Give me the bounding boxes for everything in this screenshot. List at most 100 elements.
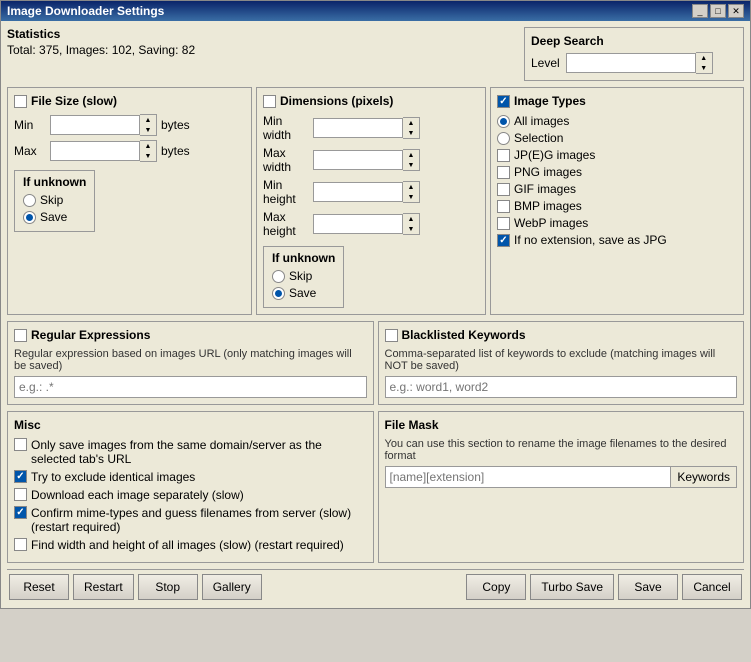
min-width-input[interactable]: 200 (313, 118, 403, 138)
selection-item: Selection (497, 131, 737, 145)
blacklist-panel: Blacklisted Keywords Comma-separated lis… (378, 321, 745, 405)
no-extension-checkbox[interactable] (497, 234, 510, 247)
selection-label: Selection (514, 131, 563, 145)
misc-checkbox-0[interactable] (14, 438, 27, 451)
file-size-max-increment[interactable]: ▲ (140, 141, 156, 151)
min-width-spinner: 200 ▲ ▼ (313, 117, 420, 139)
misc-label-0: Only save images from the same domain/se… (31, 438, 367, 466)
file-size-min-decrement[interactable]: ▼ (140, 125, 156, 135)
title-bar: Image Downloader Settings _ □ ✕ (1, 1, 750, 21)
gallery-button[interactable]: Gallery (202, 574, 262, 600)
footer-left-buttons: Reset Restart Stop Gallery (9, 574, 262, 600)
min-width-increment[interactable]: ▲ (403, 118, 419, 128)
file-size-max-row: Max 0 ▲ ▼ bytes (14, 140, 245, 162)
image-types-checkbox[interactable] (497, 95, 510, 108)
dimensions-skip-label: Skip (289, 269, 312, 283)
selection-radio[interactable] (497, 132, 510, 145)
dimensions-skip-radio[interactable] (272, 270, 285, 283)
close-button[interactable]: ✕ (728, 4, 744, 18)
blacklist-input[interactable] (385, 376, 738, 398)
max-width-increment[interactable]: ▲ (403, 150, 419, 160)
save-button[interactable]: Save (618, 574, 678, 600)
top-row: Statistics Total: 375, Images: 102, Savi… (7, 27, 744, 81)
image-types-panel: Image Types All images Selection JP(E)G … (490, 87, 744, 315)
footer-buttons: Reset Restart Stop Gallery Copy Turbo Sa… (7, 569, 744, 602)
regex-checkbox[interactable] (14, 329, 27, 342)
file-size-checkbox[interactable] (14, 95, 27, 108)
misc-checkbox-4[interactable] (14, 538, 27, 551)
cancel-button[interactable]: Cancel (682, 574, 742, 600)
file-size-save-row: Save (23, 210, 86, 224)
gif-checkbox[interactable] (497, 183, 510, 196)
filemask-input[interactable] (385, 466, 671, 488)
copy-button[interactable]: Copy (466, 574, 526, 600)
max-width-decrement[interactable]: ▼ (403, 160, 419, 170)
file-size-min-label: Min (14, 118, 50, 132)
min-height-decrement[interactable]: ▼ (403, 192, 419, 202)
dimensions-if-unknown-box: If unknown Skip Save (263, 246, 344, 308)
file-size-if-unknown-box: If unknown Skip Save (14, 170, 95, 232)
max-height-decrement[interactable]: ▼ (403, 224, 419, 234)
max-width-input[interactable]: 0 (313, 150, 403, 170)
file-size-min-spinner: 4000 ▲ ▼ (50, 114, 157, 136)
dimensions-save-radio[interactable] (272, 287, 285, 300)
dimensions-title: Dimensions (pixels) (263, 94, 479, 108)
no-extension-label: If no extension, save as JPG (514, 233, 667, 247)
turbo-save-button[interactable]: Turbo Save (530, 574, 614, 600)
regex-input[interactable] (14, 376, 367, 398)
deep-search-title: Deep Search (531, 34, 737, 48)
misc-panel: Misc Only save images from the same doma… (7, 411, 374, 563)
max-height-label: Max height (263, 210, 313, 238)
misc-item-3: Confirm mime-types and guess filenames f… (14, 506, 367, 534)
max-width-spinner-btns: ▲ ▼ (403, 149, 420, 171)
file-size-max-input[interactable]: 0 (50, 141, 140, 161)
deep-search-increment-button[interactable]: ▲ (696, 53, 712, 63)
maximize-button[interactable]: □ (710, 4, 726, 18)
deep-search-spinner-buttons: ▲ ▼ (696, 52, 713, 74)
restart-button[interactable]: Restart (73, 574, 134, 600)
footer-right-buttons: Copy Turbo Save Save Cancel (466, 574, 742, 600)
dimensions-save-label: Save (289, 286, 316, 300)
all-images-item: All images (497, 114, 737, 128)
jpeg-checkbox[interactable] (497, 149, 510, 162)
min-width-decrement[interactable]: ▼ (403, 128, 419, 138)
bmp-checkbox[interactable] (497, 200, 510, 213)
dimensions-checkbox[interactable] (263, 95, 276, 108)
misc-checkbox-2[interactable] (14, 488, 27, 501)
max-height-input[interactable]: 0 (313, 214, 403, 234)
dimensions-panel: Dimensions (pixels) Min width 200 ▲ ▼ Ma… (256, 87, 486, 315)
bmp-label: BMP images (514, 199, 582, 213)
deep-search-level-input[interactable]: 1 (566, 53, 696, 73)
gif-item: GIF images (497, 182, 737, 196)
reset-button[interactable]: Reset (9, 574, 69, 600)
statistics-section: Statistics Total: 375, Images: 102, Savi… (7, 27, 524, 81)
minimize-button[interactable]: _ (692, 4, 708, 18)
file-size-max-spinner: 0 ▲ ▼ (50, 140, 157, 162)
file-size-panel: File Size (slow) Min 4000 ▲ ▼ bytes Max (7, 87, 252, 315)
file-size-max-decrement[interactable]: ▼ (140, 151, 156, 161)
keywords-button[interactable]: Keywords (670, 466, 737, 488)
all-images-radio[interactable] (497, 115, 510, 128)
max-height-increment[interactable]: ▲ (403, 214, 419, 224)
file-size-min-input[interactable]: 4000 (50, 115, 140, 135)
png-checkbox[interactable] (497, 166, 510, 179)
max-height-spinner-btns: ▲ ▼ (403, 213, 420, 235)
blacklist-checkbox[interactable] (385, 329, 398, 342)
min-height-input[interactable]: 200 (313, 182, 403, 202)
file-size-save-radio[interactable] (23, 211, 36, 224)
stop-button[interactable]: Stop (138, 574, 198, 600)
png-label: PNG images (514, 165, 582, 179)
min-width-label: Min width (263, 114, 313, 142)
file-size-skip-radio[interactable] (23, 194, 36, 207)
file-size-max-unit: bytes (161, 144, 190, 158)
misc-item-4: Find width and height of all images (slo… (14, 538, 367, 552)
file-size-min-increment[interactable]: ▲ (140, 115, 156, 125)
misc-checkbox-1[interactable] (14, 470, 27, 483)
misc-checkbox-3[interactable] (14, 506, 27, 519)
png-item: PNG images (497, 165, 737, 179)
deep-search-decrement-button[interactable]: ▼ (696, 63, 712, 73)
webp-checkbox[interactable] (497, 217, 510, 230)
min-height-increment[interactable]: ▲ (403, 182, 419, 192)
misc-item-1: Try to exclude identical images (14, 470, 367, 484)
deep-search-level-spinner: 1 ▲ ▼ (566, 52, 713, 74)
